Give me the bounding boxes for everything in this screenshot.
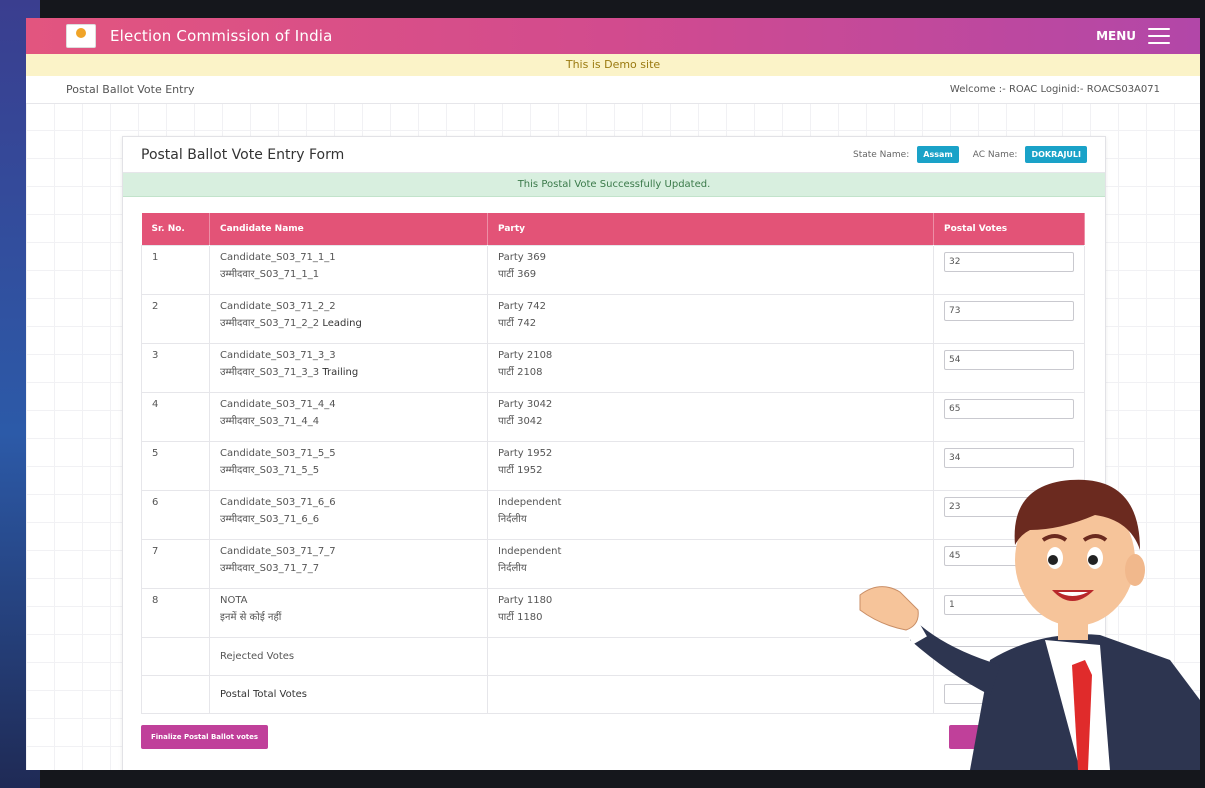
form-title: Postal Ballot Vote Entry Form — [141, 146, 345, 163]
row-candidate: Candidate_S03_71_5_5 उम्मीदवार_S03_71_5_… — [209, 440, 488, 491]
presenter-cartoon — [859, 479, 1200, 770]
ac-label: AC Name: — [972, 149, 1018, 160]
row-candidate: Candidate_S03_71_3_3 उम्मीदवार_S03_71_3_… — [209, 342, 488, 393]
menu-button[interactable]: MENU — [1096, 28, 1170, 44]
header-candidate-name: Candidate Name — [209, 213, 488, 245]
party-name-hi: पार्टी 369 — [498, 268, 537, 280]
candidate-name-en: Candidate_S03_71_3_3 — [220, 349, 336, 361]
row-sr-no: 2 — [141, 293, 210, 344]
eci-logo-icon — [66, 24, 96, 48]
party-name-en: Party 2108 — [498, 349, 553, 361]
row-candidate: Candidate_S03_71_4_4 उम्मीदवार_S03_71_4_… — [209, 391, 488, 442]
table-row: 2 Candidate_S03_71_2_2 उम्मीदवार_S03_71_… — [141, 293, 1085, 344]
party-name-en: Party 3042 — [498, 398, 553, 410]
candidate-name-en: Candidate_S03_71_4_4 — [220, 398, 336, 410]
candidate-name-hi: इनमें से कोई नहीं — [220, 611, 282, 623]
form-meta: State Name: Assam AC Name: DOKRAJULI — [853, 146, 1087, 163]
row-sr-no: 4 — [141, 391, 210, 442]
candidate-name-en: Candidate_S03_71_2_2 — [220, 300, 336, 312]
party-name-en: Party 1952 — [498, 447, 553, 459]
candidate-name-en: Candidate_S03_71_7_7 — [220, 545, 336, 557]
state-label: State Name: — [852, 149, 910, 160]
table-row: 4 Candidate_S03_71_4_4 उम्मीदवार_S03_71_… — [141, 391, 1085, 442]
rejected-votes-label: Rejected Votes — [209, 636, 488, 676]
row-party: Party 3042 पार्टी 3042 — [487, 391, 934, 442]
row-sr-no: 3 — [141, 342, 210, 393]
success-alert: This Postal Vote Successfully Updated. — [123, 173, 1105, 197]
candidate-name-hi: उम्मीदवार_S03_71_1_1 — [220, 268, 320, 280]
candidate-name-hi: उम्मीदवार_S03_71_7_7 — [220, 562, 320, 574]
header-party: Party — [487, 213, 934, 245]
card-header: Postal Ballot Vote Entry Form State Name… — [123, 137, 1105, 173]
welcome-text: Welcome :- ROAC Loginid:- ROACS03A071 — [949, 84, 1160, 95]
row-candidate: Candidate_S03_71_6_6 उम्मीदवार_S03_71_6_… — [209, 489, 488, 540]
party-name-en: Party 369 — [498, 251, 546, 263]
row-postal-votes — [933, 293, 1085, 344]
row-candidate: Candidate_S03_71_1_1 उम्मीदवार_S03_71_1_… — [209, 244, 488, 295]
row-candidate: Candidate_S03_71_7_7 उम्मीदवार_S03_71_7_… — [209, 538, 488, 589]
postal-votes-input[interactable] — [944, 398, 1074, 419]
ac-badge: DOKRAJULI — [1025, 146, 1087, 163]
row-party: Party 369 पार्टी 369 — [487, 244, 934, 295]
party-name-hi: पार्टी 2108 — [498, 366, 543, 378]
row-candidate: Candidate_S03_71_2_2 उम्मीदवार_S03_71_2_… — [209, 293, 488, 344]
candidate-name-hi: उम्मीदवार_S03_71_3_3 Trailing — [220, 366, 359, 378]
table-header-row: Sr. No. Candidate Name Party Postal Vote… — [141, 213, 1085, 245]
row-party: Party 742 पार्टी 742 — [487, 293, 934, 344]
state-badge: Assam — [917, 146, 959, 163]
sub-header: Postal Ballot Vote Entry Welcome :- ROAC… — [26, 76, 1200, 104]
candidate-name-hi: उम्मीदवार_S03_71_5_5 — [220, 464, 320, 476]
candidate-name-en: NOTA — [220, 594, 248, 606]
row-sr-no: 8 — [141, 587, 210, 638]
table-row: 3 Candidate_S03_71_3_3 उम्मीदवार_S03_71_… — [141, 342, 1085, 393]
page-breadcrumb: Postal Ballot Vote Entry — [66, 83, 195, 96]
postal-votes-input[interactable] — [944, 251, 1074, 272]
header-postal-votes: Postal Votes — [933, 213, 1085, 245]
row-sr-no: 5 — [141, 440, 210, 491]
row-postal-votes — [933, 342, 1085, 393]
postal-votes-input[interactable] — [944, 300, 1074, 321]
app-title: Election Commission of India — [110, 27, 333, 45]
candidate-status: Trailing — [322, 366, 359, 378]
demo-banner: This is Demo site — [26, 54, 1200, 76]
finalize-button[interactable]: Finalize Postal Ballot votes — [141, 725, 269, 749]
candidate-name-en: Candidate_S03_71_1_1 — [220, 251, 336, 263]
header-sr-no: Sr. No. — [141, 213, 210, 245]
postal-votes-input[interactable] — [944, 349, 1074, 370]
party-name-hi: पार्टी 3042 — [498, 415, 543, 427]
row-sr-no: 6 — [141, 489, 210, 540]
candidate-status: Leading — [322, 317, 362, 329]
row-party: Party 2108 पार्टी 2108 — [487, 342, 934, 393]
hamburger-icon — [1148, 28, 1170, 44]
candidate-name-hi: उम्मीदवार_S03_71_6_6 — [220, 513, 320, 525]
party-name-hi: पार्टी 742 — [498, 317, 537, 329]
candidate-name-hi: उम्मीदवार_S03_71_2_2 Leading — [220, 317, 362, 329]
candidate-name-en: Candidate_S03_71_6_6 — [220, 496, 336, 508]
row-postal-votes — [933, 391, 1085, 442]
table-row: 1 Candidate_S03_71_1_1 उम्मीदवार_S03_71_… — [141, 244, 1085, 295]
row-sr-no: 1 — [141, 244, 210, 295]
browser-screen: Election Commission of India MENU This i… — [26, 18, 1200, 770]
row-candidate: NOTA इनमें से कोई नहीं — [209, 587, 488, 638]
total-votes-label: Postal Total Votes — [209, 674, 488, 714]
candidate-name-en: Candidate_S03_71_5_5 — [220, 447, 336, 459]
row-postal-votes — [933, 244, 1085, 295]
candidate-name-hi: उम्मीदवार_S03_71_4_4 — [220, 415, 320, 427]
row-sr-no: 7 — [141, 538, 210, 589]
top-navbar: Election Commission of India MENU — [26, 18, 1200, 54]
party-name-en: Party 742 — [498, 300, 546, 312]
menu-label: MENU — [1096, 29, 1136, 43]
